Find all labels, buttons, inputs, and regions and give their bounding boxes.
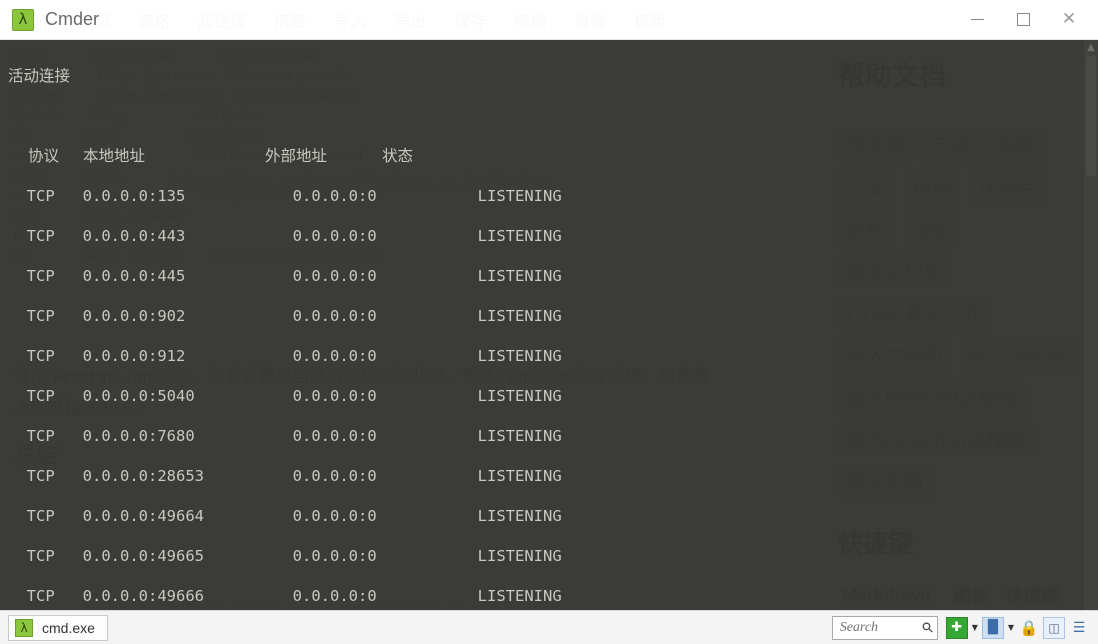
search-input[interactable] (839, 619, 924, 636)
cell-state: LISTENING (477, 227, 562, 245)
cell-proto: TCP (26, 467, 55, 485)
pane-icon[interactable]: █ (981, 616, 1004, 639)
cell-foreign: 0.0.0.0:0 (292, 427, 377, 445)
close-button[interactable]: ✕ (1046, 0, 1092, 40)
cell-state: LISTENING (477, 467, 562, 485)
scrollbar-thumb[interactable] (1086, 56, 1096, 176)
cell-foreign: 0.0.0.0:0 (292, 547, 377, 565)
cell-state: LISTENING (477, 187, 562, 205)
pane-chevron-down-icon[interactable]: ▼ (1008, 623, 1014, 632)
col-header-state: 状态 (382, 147, 414, 165)
terminal-section-title: 活动连接 (8, 67, 71, 85)
cmder-window: λ Cmder ✕ 活动连接 协议 本地地址 外部地址 状态 TCP 0.0.0.0:… (0, 0, 1098, 644)
cell-local: 0.0.0.0:49665 (82, 547, 204, 565)
table-row: TCP 0.0.0.0:912 0.0.0.0:0 LISTENING (8, 346, 1098, 366)
console-tab-cmd[interactable]: λ cmd.exe (8, 614, 108, 641)
cell-proto: TCP (26, 547, 55, 565)
statusbar-icon-group: ✚ ▼ █ ▼ 🔒 ◫ ☰ (945, 616, 1090, 639)
cell-foreign: 0.0.0.0:0 (292, 507, 377, 525)
cell-local: 0.0.0.0:135 (82, 187, 186, 205)
cell-proto: TCP (26, 227, 55, 245)
lock-icon[interactable]: 🔒 (1018, 617, 1040, 639)
minimize-icon (970, 19, 984, 20)
table-row: TCP 0.0.0.0:902 0.0.0.0:0 LISTENING (8, 306, 1098, 326)
cell-foreign: 0.0.0.0:0 (292, 267, 377, 285)
terminal-header-row: 协议 本地地址 外部地址 状态 (8, 146, 1098, 166)
cell-local: 0.0.0.0:445 (82, 267, 186, 285)
cell-proto: TCP (26, 427, 55, 445)
cell-foreign: 0.0.0.0:0 (292, 347, 377, 365)
table-row: TCP 0.0.0.0:445 0.0.0.0:0 LISTENING (8, 266, 1098, 286)
cell-local: 0.0.0.0:443 (82, 227, 186, 245)
cell-state: LISTENING (477, 427, 562, 445)
cell-local: 0.0.0.0:912 (82, 347, 186, 365)
table-row: TCP 0.0.0.0:49665 0.0.0.0:0 LISTENING (8, 546, 1098, 566)
scroll-up-icon[interactable]: ▲ (1084, 42, 1098, 54)
terminal-scrollbar[interactable]: ▲ (1084, 40, 1098, 610)
lambda-icon: λ (15, 618, 33, 637)
cell-state: LISTENING (477, 587, 562, 605)
maximize-icon (1016, 13, 1030, 26)
cmder-titlebar[interactable]: λ Cmder ✕ (0, 0, 1098, 40)
new-console-chevron-down-icon[interactable]: ▼ (972, 623, 978, 632)
cell-foreign: 0.0.0.0:0 (292, 227, 377, 245)
table-row: TCP 0.0.0.0:5040 0.0.0.0:0 LISTENING (8, 386, 1098, 406)
cell-foreign: 0.0.0.0:0 (292, 467, 377, 485)
terminal-output[interactable]: 活动连接 协议 本地地址 外部地址 状态 TCP 0.0.0.0:135 0.0.0.0… (0, 40, 1098, 610)
col-header-foreign: 外部地址 (265, 147, 328, 165)
col-header-local: 本地地址 (83, 147, 146, 165)
cell-local: 0.0.0.0:49664 (82, 507, 204, 525)
cell-state: LISTENING (477, 507, 562, 525)
cell-local: 0.0.0.0:5040 (82, 387, 195, 405)
maximize-button[interactable] (1000, 0, 1046, 40)
cell-state: LISTENING (477, 267, 562, 285)
cell-local: 0.0.0.0:7680 (82, 427, 195, 445)
col-header-proto: 协议 (28, 147, 60, 165)
table-row: TCP 0.0.0.0:49666 0.0.0.0:0 LISTENING (8, 586, 1098, 606)
cell-proto: TCP (26, 307, 55, 325)
cell-foreign: 0.0.0.0:0 (292, 307, 377, 325)
cell-state: LISTENING (477, 547, 562, 565)
cell-proto: TCP (26, 587, 55, 605)
split-view-icon[interactable]: ◫ (1043, 616, 1065, 639)
lambda-icon: λ (12, 8, 34, 31)
terminal-viewport[interactable]: 活动连接 协议 本地地址 外部地址 状态 TCP 0.0.0.0:135 0.0.0.0… (0, 40, 1098, 610)
cell-local: 0.0.0.0:28653 (82, 467, 204, 485)
cell-state: LISTENING (477, 307, 562, 325)
cell-foreign: 0.0.0.0:0 (292, 387, 377, 405)
cell-proto: TCP (26, 507, 55, 525)
console-tab-label: cmd.exe (42, 619, 95, 636)
cell-foreign: 0.0.0.0:0 (292, 587, 377, 605)
settings-list-icon[interactable]: ☰ (1068, 617, 1090, 639)
table-row: TCP 0.0.0.0:7680 0.0.0.0:0 LISTENING (8, 426, 1098, 446)
cell-local: 0.0.0.0:49666 (82, 587, 204, 605)
table-row: TCP 0.0.0.0:443 0.0.0.0:0 LISTENING (8, 226, 1098, 246)
table-row: TCP 0.0.0.0:28653 0.0.0.0:0 LISTENING (8, 466, 1098, 486)
cell-local: 0.0.0.0:902 (82, 307, 186, 325)
cell-proto: TCP (26, 267, 55, 285)
cell-proto: TCP (26, 347, 55, 365)
close-icon: ✕ (1061, 9, 1077, 29)
cell-state: LISTENING (477, 347, 562, 365)
window-title: Cmder (45, 9, 100, 29)
cmder-statusbar: λ cmd.exe ⚲ ✚ ▼ █ ▼ 🔒 ◫ ☰ (0, 610, 1098, 644)
new-console-icon[interactable]: ✚ (945, 616, 968, 639)
table-row: TCP 0.0.0.0:135 0.0.0.0:0 LISTENING (8, 186, 1098, 206)
cell-foreign: 0.0.0.0:0 (292, 187, 377, 205)
search-box[interactable]: ⚲ (831, 615, 938, 640)
minimize-button[interactable] (954, 0, 1000, 40)
cell-proto: TCP (26, 187, 55, 205)
table-row: TCP 0.0.0.0:49664 0.0.0.0:0 LISTENING (8, 506, 1098, 526)
cell-proto: TCP (26, 387, 55, 405)
cell-state: LISTENING (477, 387, 562, 405)
